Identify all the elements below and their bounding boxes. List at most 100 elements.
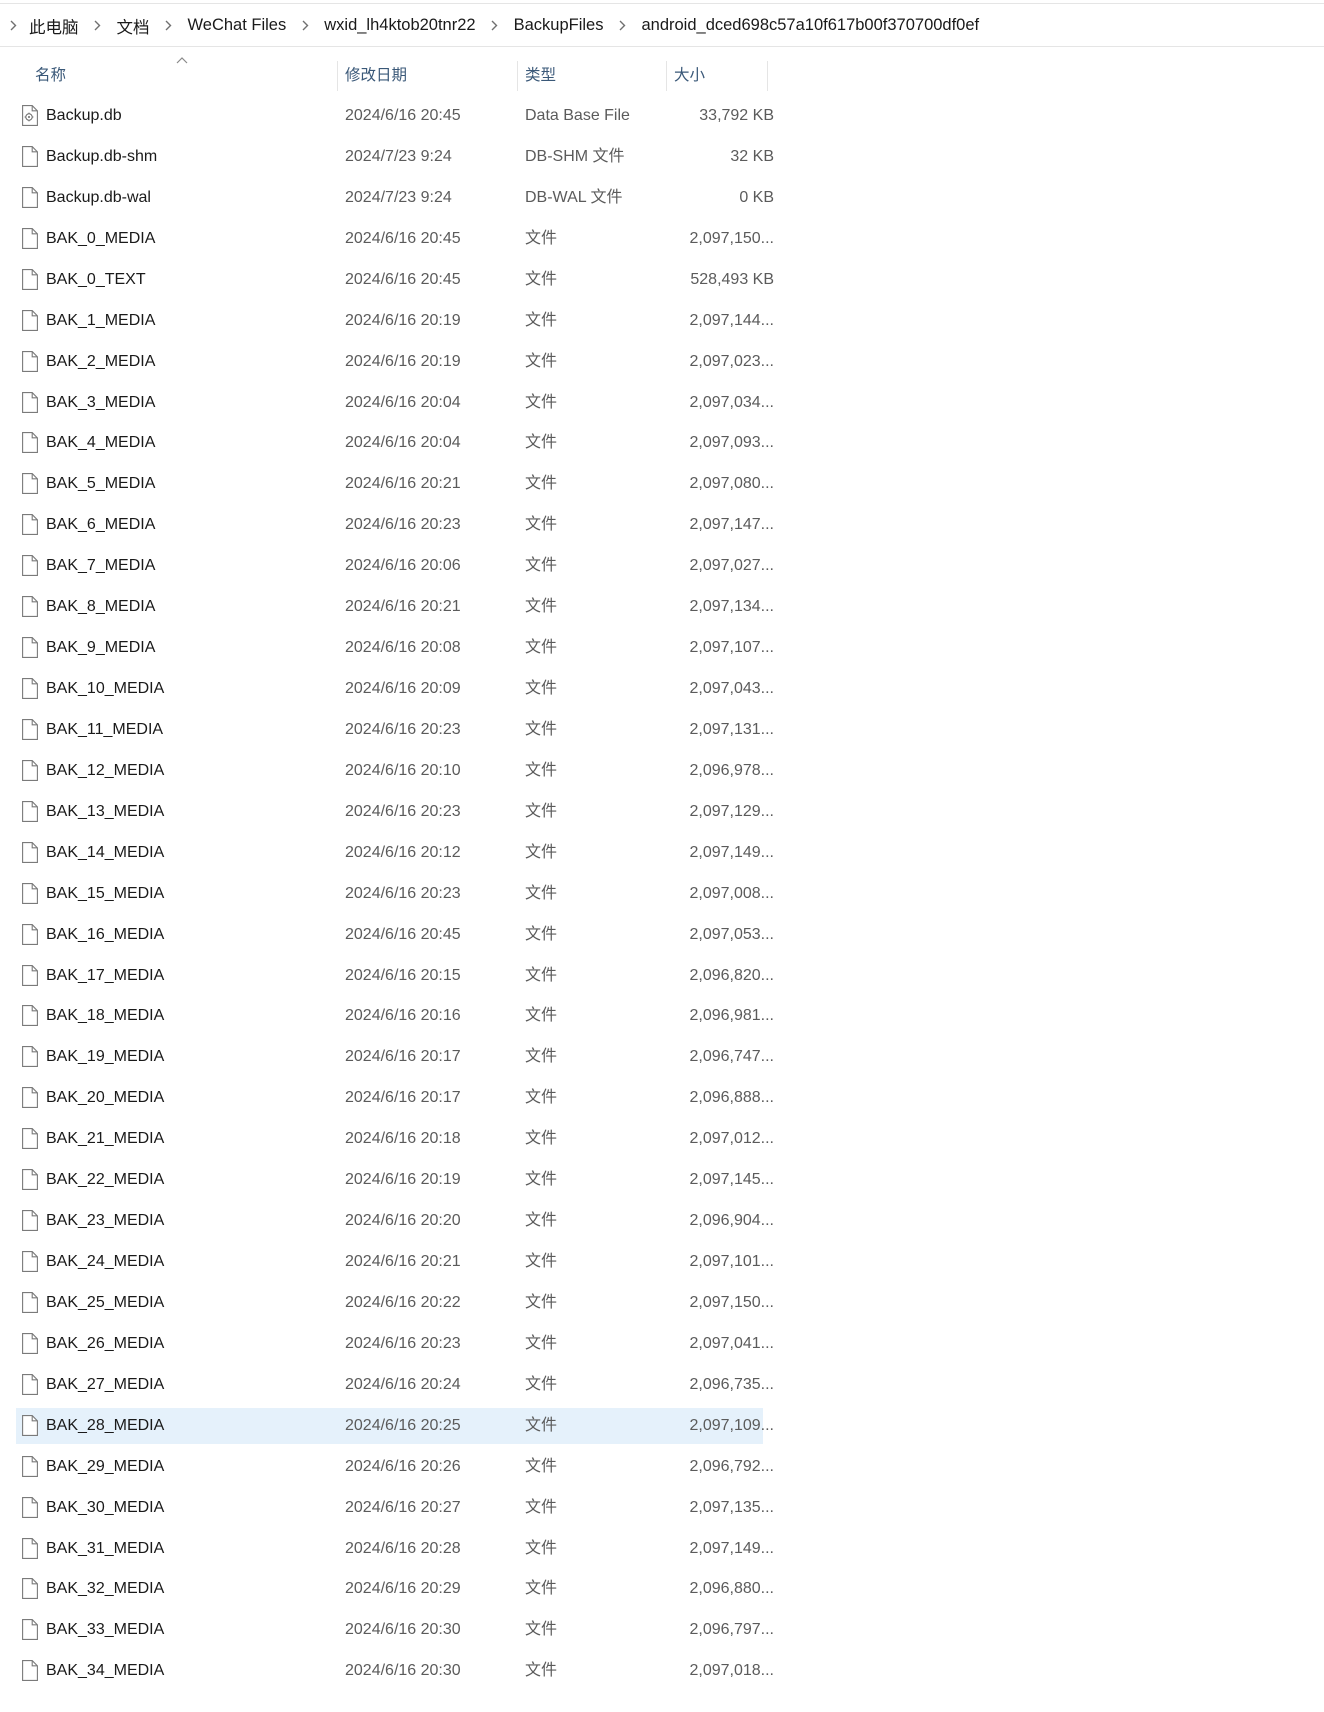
file-row[interactable]: Backup.db-shm 2024/7/23 9:24 DB-SHM 文件 32 K… — [16, 139, 774, 175]
file-row[interactable]: BAK_18_MEDIA 2024/6/16 20:16 文件 2,096,981..… — [16, 998, 774, 1034]
file-icon — [22, 1046, 38, 1068]
breadcrumb-item-wechat-files[interactable]: WeChat Files — [188, 16, 287, 35]
file-type: 文件 — [525, 229, 558, 247]
file-row[interactable]: BAK_26_MEDIA 2024/6/16 20:23 文件 2,097,041..… — [16, 1326, 774, 1362]
breadcrumb-item-documents[interactable]: 文档 — [117, 14, 150, 38]
file-date-modified: 2024/6/16 20:23 — [345, 720, 461, 738]
file-name: BAK_31_MEDIA — [46, 1539, 165, 1557]
file-size: 2,097,135... — [689, 1498, 774, 1516]
file-row[interactable]: BAK_23_MEDIA 2024/6/16 20:20 文件 2,096,904..… — [16, 1203, 774, 1239]
file-row[interactable]: BAK_34_MEDIA 2024/6/16 20:30 文件 2,097,018..… — [16, 1653, 774, 1689]
file-row[interactable]: BAK_5_MEDIA 2024/6/16 20:21 文件 2,097,080... — [16, 466, 774, 502]
file-row[interactable]: BAK_32_MEDIA 2024/6/16 20:29 文件 2,096,880..… — [16, 1571, 774, 1607]
chevron-right-icon[interactable] — [92, 20, 104, 31]
file-row[interactable]: BAK_17_MEDIA 2024/6/16 20:15 文件 2,096,820..… — [16, 958, 774, 994]
file-row[interactable]: BAK_15_MEDIA 2024/6/16 20:23 文件 2,097,008..… — [16, 876, 774, 912]
file-date-modified: 2024/6/16 20:16 — [345, 1007, 461, 1025]
chevron-right-icon[interactable] — [616, 20, 628, 31]
chevron-right-icon[interactable] — [7, 20, 19, 31]
file-icon — [22, 1251, 38, 1272]
file-size: 2,097,023... — [689, 352, 774, 370]
column-resize-handle[interactable] — [337, 61, 338, 91]
breadcrumb-item-backupfiles[interactable]: BackupFiles — [514, 16, 604, 35]
breadcrumb-item-current-folder[interactable]: android_dced698c57a10f617b00f370700df0ef — [641, 16, 979, 35]
file-size: 2,097,018... — [689, 1662, 774, 1680]
file-date-modified: 2024/6/16 20:22 — [345, 1293, 461, 1311]
file-row[interactable]: BAK_19_MEDIA 2024/6/16 20:17 文件 2,096,747..… — [16, 1039, 774, 1075]
file-row[interactable]: BAK_16_MEDIA 2024/6/16 20:45 文件 2,097,053..… — [16, 917, 774, 953]
column-header-name[interactable]: 名称 — [35, 57, 66, 95]
file-row[interactable]: BAK_10_MEDIA 2024/6/16 20:09 文件 2,097,043..… — [16, 671, 774, 707]
file-type: 文件 — [525, 393, 558, 411]
file-row[interactable]: BAK_33_MEDIA 2024/6/16 20:30 文件 2,096,797..… — [16, 1612, 774, 1648]
file-row[interactable]: BAK_31_MEDIA 2024/6/16 20:28 文件 2,097,149..… — [16, 1531, 774, 1567]
column-header-date-modified[interactable]: 修改日期 — [345, 57, 407, 95]
column-resize-handle[interactable] — [767, 61, 768, 91]
file-row[interactable]: BAK_7_MEDIA 2024/6/16 20:06 文件 2,097,027... — [16, 548, 774, 584]
chevron-right-icon[interactable] — [163, 20, 175, 31]
file-icon — [22, 1537, 38, 1559]
file-name: BAK_6_MEDIA — [46, 516, 156, 534]
file-size: 32 KB — [730, 147, 774, 165]
file-type: 文件 — [525, 720, 558, 738]
file-row[interactable]: BAK_2_MEDIA 2024/6/16 20:19 文件 2,097,023... — [16, 344, 774, 380]
file-row[interactable]: BAK_20_MEDIA 2024/6/16 20:17 文件 2,096,888..… — [16, 1080, 774, 1116]
file-row[interactable]: BAK_13_MEDIA 2024/6/16 20:23 文件 2,097,129..… — [16, 794, 774, 830]
file-date-modified: 2024/6/16 20:30 — [345, 1662, 461, 1680]
file-name: BAK_28_MEDIA — [46, 1416, 165, 1434]
file-type: 文件 — [525, 1498, 558, 1516]
breadcrumb-item-this-pc[interactable]: 此电脑 — [29, 14, 79, 38]
file-row[interactable]: BAK_8_MEDIA 2024/6/16 20:21 文件 2,097,134... — [16, 589, 774, 625]
file-size: 2,097,027... — [689, 557, 774, 575]
file-name: BAK_20_MEDIA — [46, 1089, 165, 1107]
file-row[interactable]: Backup.db-wal 2024/7/23 9:24 DB-WAL 文件 0 KB — [16, 180, 774, 216]
file-row[interactable]: BAK_3_MEDIA 2024/6/16 20:04 文件 2,097,034... — [16, 385, 774, 421]
file-row[interactable]: BAK_28_MEDIA 2024/6/16 20:25 文件 2,097,109..… — [16, 1407, 774, 1444]
chevron-right-icon[interactable] — [489, 20, 501, 31]
file-date-modified: 2024/6/16 20:45 — [345, 107, 461, 124]
file-type: 文件 — [525, 598, 558, 616]
file-icon — [22, 432, 38, 454]
file-name: BAK_15_MEDIA — [46, 884, 165, 902]
file-type: 文件 — [525, 1089, 558, 1107]
file-row[interactable]: BAK_1_MEDIA 2024/6/16 20:19 文件 2,097,144... — [16, 303, 774, 339]
file-icon — [22, 678, 38, 699]
file-row[interactable]: BAK_21_MEDIA 2024/6/16 20:18 文件 2,097,012..… — [16, 1121, 774, 1157]
file-date-modified: 2024/6/16 20:23 — [345, 516, 461, 534]
file-icon — [22, 227, 38, 249]
chevron-right-icon[interactable] — [299, 20, 311, 31]
file-name: BAK_34_MEDIA — [46, 1662, 165, 1680]
file-date-modified: 2024/6/16 20:21 — [345, 475, 461, 493]
file-size: 2,097,131... — [689, 720, 774, 738]
file-row[interactable]: BAK_6_MEDIA 2024/6/16 20:23 文件 2,097,147... — [16, 507, 774, 543]
file-row[interactable]: BAK_25_MEDIA 2024/6/16 20:22 文件 2,097,150..… — [16, 1285, 774, 1321]
file-size: 2,097,149... — [689, 1539, 774, 1557]
file-row[interactable]: BAK_12_MEDIA 2024/6/16 20:10 文件 2,096,978..… — [16, 753, 774, 789]
file-name: BAK_32_MEDIA — [46, 1580, 165, 1598]
file-row[interactable]: BAK_9_MEDIA 2024/6/16 20:08 文件 2,097,107... — [16, 630, 774, 666]
file-name: BAK_21_MEDIA — [46, 1130, 165, 1148]
file-row[interactable]: BAK_24_MEDIA 2024/6/16 20:21 文件 2,097,101..… — [16, 1244, 774, 1280]
file-row[interactable]: BAK_14_MEDIA 2024/6/16 20:12 文件 2,097,149..… — [16, 835, 774, 871]
column-header-type[interactable]: 类型 — [525, 57, 556, 95]
breadcrumb: 此电脑 文档 WeChat Files wxid_lh4ktob20tnr22 … — [0, 4, 1324, 47]
file-row[interactable]: BAK_0_TEXT 2024/6/16 20:45 文件 528,493 KB — [16, 262, 774, 298]
column-resize-handle[interactable] — [517, 61, 518, 91]
file-icon — [22, 1292, 38, 1313]
file-name: BAK_2_MEDIA — [46, 352, 156, 370]
column-resize-handle[interactable] — [666, 61, 667, 91]
file-row[interactable]: BAK_22_MEDIA 2024/6/16 20:19 文件 2,097,145..… — [16, 1162, 774, 1198]
file-size: 2,096,792... — [689, 1457, 774, 1475]
file-row[interactable]: BAK_0_MEDIA 2024/6/16 20:45 文件 2,097,150... — [16, 221, 774, 257]
file-row[interactable]: BAK_29_MEDIA 2024/6/16 20:26 文件 2,096,792..… — [16, 1449, 774, 1485]
file-type: Data Base File — [525, 107, 630, 124]
file-row[interactable]: Backup.db 2024/6/16 20:45 Data Base File 33… — [16, 98, 774, 134]
file-type: 文件 — [525, 434, 558, 452]
file-name: BAK_12_MEDIA — [46, 761, 165, 779]
breadcrumb-item-wxid[interactable]: wxid_lh4ktob20tnr22 — [324, 16, 475, 35]
column-header-size[interactable]: 大小 — [674, 57, 705, 95]
file-row[interactable]: BAK_30_MEDIA 2024/6/16 20:27 文件 2,097,135..… — [16, 1490, 774, 1526]
file-row[interactable]: BAK_4_MEDIA 2024/6/16 20:04 文件 2,097,093... — [16, 425, 774, 461]
file-row[interactable]: BAK_27_MEDIA 2024/6/16 20:24 文件 2,096,735..… — [16, 1367, 774, 1403]
file-row[interactable]: BAK_11_MEDIA 2024/6/16 20:23 文件 2,097,131..… — [16, 712, 774, 748]
